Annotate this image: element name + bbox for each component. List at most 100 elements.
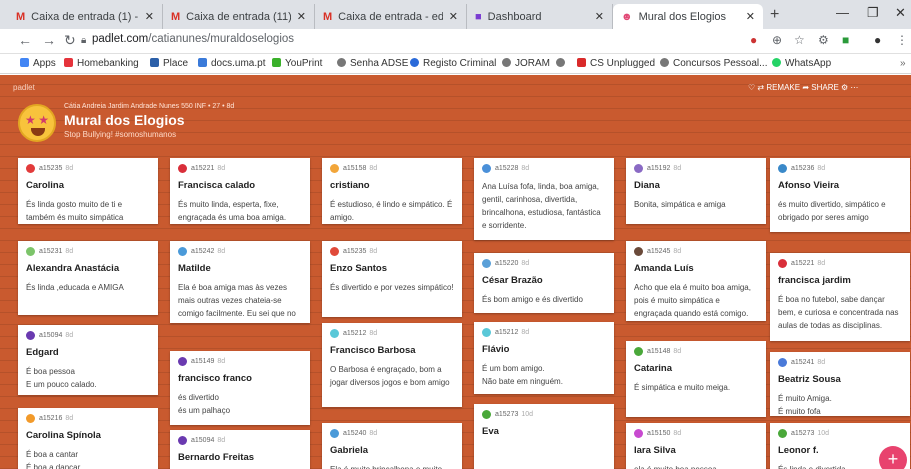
post-card[interactable]: a15149 8d francisco franco és divertido és … [170,351,310,425]
board-actions[interactable]: ♡ ⇄ REMAKE ➦ SHARE ⚙ ⋯ [748,83,858,92]
post-time: 8d [817,359,826,366]
restore-button[interactable]: ❐ [867,5,879,21]
post-author: a15228 8d [482,164,606,173]
bookmark-csunplugged[interactable]: CS Unplugged [577,58,655,69]
post-card[interactable]: a15221 8d francisca jardim É boa no futebol… [770,253,910,341]
close-icon[interactable]: ✕ [297,10,306,23]
post-card[interactable]: a15273 10d Eva [474,404,614,469]
apps-icon [20,58,29,67]
post-card[interactable]: a15242 8d Matilde Ela é boa amiga mas às ve… [170,241,310,323]
bookmark-registo[interactable]: Registo Criminal [410,58,496,69]
bookmark-concursos[interactable]: Concursos Pessoal... [660,58,768,69]
post-author: a15241 8d [778,358,902,367]
zoom-icon[interactable]: ⊕ [772,33,782,47]
window-close-button[interactable]: ✕ [895,5,906,21]
post-card[interactable]: a152408d Gabriela Ela é muito brincalhona … [322,423,462,469]
avatar [634,164,643,173]
padlet-logo[interactable]: padlet [13,83,35,92]
post-card[interactable]: a15212 8d Flávio É um bom amigo. Não bate e… [474,322,614,394]
add-post-button[interactable]: + [879,446,907,469]
avatar [482,259,491,268]
post-card[interactable]: a15235 8d Enzo Santos És divertido e por ve… [322,241,462,317]
extension-icon[interactable]: ■ [842,33,849,47]
tab-title: Caixa de entrada - edfd201 [338,10,443,23]
post-body: és muito divertido, simpático e obrigado… [778,200,886,222]
post-body: É boa pessoa E um pouco calado. [26,367,97,389]
bookmark-homebanking[interactable]: Homebanking [64,58,139,69]
avatar [778,358,787,367]
post-card[interactable]: a15192 8d Diana Bonita, simpática e amiga [626,158,766,224]
close-icon[interactable]: ✕ [145,10,154,23]
post-author: a15212 8d [330,329,454,338]
post-title: Gabriela [330,445,369,456]
avatar [330,429,339,438]
gmail-icon: M [16,10,26,23]
post-time: 8d [673,248,682,255]
post-card[interactable]: a15094 8d Edgard É boa pessoa E um pouco ca… [18,325,158,395]
browser-tab-5[interactable]: ☻ Mural dos Elogios ✕ [613,4,763,29]
post-card[interactable]: a15236 8d Afonso Vieira és muito divertido,… [770,158,910,232]
lock-icon[interactable]: 🔒︎ [81,35,86,46]
post-card[interactable]: a15241 8d Beatriz Sousa É muito Amiga. É mu… [770,352,910,416]
extension-icon[interactable]: ● [750,33,757,47]
post-card[interactable]: a15235 8d Carolina És linda gosto muito de … [18,158,158,224]
browser-tab-1[interactable]: M Caixa de entrada (1) - catia ✕ [8,4,163,29]
post-card[interactable]: a151508d Iara Silva ela é muito boa pessoa [626,423,766,469]
bookmark-docs[interactable]: docs.uma.pt [198,58,265,69]
bookmark-whatsapp[interactable]: WhatsApp [772,58,831,69]
post-title: Flávio [482,344,510,355]
browser-tab-3[interactable]: M Caixa de entrada - edfd201 ✕ [315,4,467,29]
bookmark-apps[interactable]: Apps [20,58,56,69]
browser-tab-4[interactable]: ■ Dashboard ✕ [467,4,613,29]
post-title: Diana [634,180,660,191]
post-author: a15236 8d [778,164,902,173]
new-tab-button[interactable]: + [770,6,779,24]
more-bookmarks-icon[interactable]: » [900,58,906,69]
author-name: a15241 [791,359,815,366]
post-card[interactable]: a15228 8d Ana Luísa fofa, linda, boa amiga… [474,158,614,240]
close-icon[interactable]: ✕ [449,10,458,23]
bookmark-star-icon[interactable]: ☆ [794,33,805,47]
bookmark-joram[interactable]: JORAM [502,58,550,69]
bookmark-youprint[interactable]: YouPrint [272,58,322,69]
avatar[interactable]: ● [874,33,881,47]
post-title: Francisca calado [178,180,256,191]
bookmark-place[interactable]: Place [150,58,188,69]
docs-icon [198,58,207,67]
minimize-button[interactable]: — [836,5,849,20]
post-title: francisca jardim [778,275,851,286]
avatar [330,247,339,256]
post-body: Bonita, simpática e amiga [634,200,726,209]
reload-button[interactable]: ↻ [64,32,76,49]
post-card[interactable]: a15148 8d Catarina É simpática e muito meig… [626,341,766,417]
post-card[interactable]: a15221 8d Francisca calado És muito linda, … [170,158,310,224]
bookmark-globe[interactable] [556,58,569,69]
post-card[interactable]: a15231 8d Alexandra Anastácia És linda ,edu… [18,241,158,315]
tab-title: Mural dos Elogios [638,10,727,23]
forward-button[interactable]: → [42,32,56,48]
author-name: a15221 [791,260,815,267]
post-card[interactable]: a15245 8d Amanda Luís Acho que ela é muito … [626,241,766,321]
post-card[interactable]: a15158 8d cristiano É estudioso, é lindo e … [322,158,462,224]
post-time: 8d [369,430,378,437]
padlet-board: padlet ♡ ⇄ REMAKE ➦ SHARE ⚙ ⋯ Cátia Andr… [0,75,911,469]
back-button[interactable]: ← [18,32,32,48]
extension-icon[interactable]: ⚙ [818,33,829,47]
post-body: És divertido e por vezes simpático! [330,283,454,292]
url-field[interactable]: padlet.com/catianunes/muraldoselogios [92,33,294,45]
browser-tab-2[interactable]: M Caixa de entrada (11) - catia ✕ [163,4,315,29]
post-card[interactable]: a15220 8d César Brazão És bom amigo e és di… [474,253,614,313]
close-icon[interactable]: ✕ [595,10,604,23]
post-card[interactable]: a15212 8d Francisco Barbosa O Barbosa é eng… [322,323,462,407]
post-card[interactable]: a15216 8d Carolina Spínola É boa a cantar É… [18,408,158,469]
post-time: 8d [217,165,226,172]
globe-icon [337,58,346,67]
avatar [178,436,187,445]
post-author: a15220 8d [482,259,606,268]
post-card[interactable]: a150948dBernardo FreitasÉ muito intelige… [170,430,310,469]
bookmark-adse[interactable]: Senha ADSE [337,58,408,69]
place-icon [150,58,159,67]
post-time: 8d [521,165,530,172]
close-icon[interactable]: ✕ [746,10,755,23]
menu-icon[interactable]: ⋮ [896,33,908,47]
